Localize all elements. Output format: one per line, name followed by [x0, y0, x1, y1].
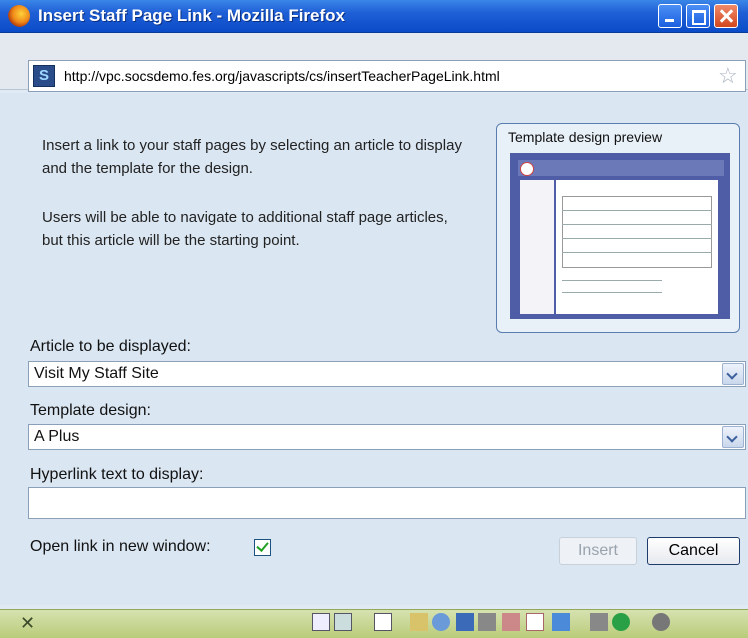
close-window-button[interactable]: [714, 4, 738, 28]
preview-row-line: [562, 292, 662, 293]
article-label: Article to be displayed:: [30, 338, 191, 355]
image-icon[interactable]: [526, 613, 544, 631]
preview-header: [518, 160, 724, 176]
print-icon[interactable]: [478, 613, 496, 631]
dropdown-icon[interactable]: [334, 613, 352, 631]
save-icon[interactable]: [456, 613, 474, 631]
chevron-down-icon[interactable]: [722, 363, 744, 385]
firefox-icon: [8, 5, 30, 27]
tools-icon[interactable]: [590, 613, 608, 631]
cancel-button[interactable]: Cancel: [647, 537, 740, 565]
template-label: Template design:: [30, 402, 151, 419]
pen-tool-icon[interactable]: [312, 613, 330, 631]
article-select-value: Visit My Staff Site: [34, 365, 159, 382]
globe-icon[interactable]: [432, 613, 450, 631]
open-new-window-checkbox[interactable]: [254, 539, 271, 556]
intro-text-1: Insert a link to your staff pages by sel…: [42, 137, 462, 177]
intro-text-2: Users will be able to navigate to additi…: [42, 209, 448, 249]
hyperlink-label: Hyperlink text to display:: [30, 466, 204, 483]
minimize-button[interactable]: [658, 4, 682, 28]
page-icon[interactable]: [374, 613, 392, 631]
template-select-value: A Plus: [34, 428, 80, 445]
preview-row-line: [562, 280, 662, 281]
insert-button[interactable]: Insert: [559, 537, 637, 565]
window-title: Insert Staff Page Link - Mozilla Firefox: [38, 6, 345, 25]
chart-icon[interactable]: [552, 613, 570, 631]
preview-logo-icon: [520, 162, 534, 176]
eraser-icon[interactable]: [502, 613, 520, 631]
close-icon[interactable]: ✕: [20, 613, 35, 634]
preview-label: Template design preview: [508, 129, 663, 145]
site-favicon-icon: [33, 65, 55, 87]
pencil-icon[interactable]: [410, 613, 428, 631]
hyperlink-text-input[interactable]: [28, 487, 746, 519]
preview-row-line: [562, 238, 712, 239]
chevron-down-icon[interactable]: [722, 426, 744, 448]
preview-row-line: [562, 210, 712, 211]
info-icon[interactable]: [612, 613, 630, 631]
preview-row-line: [562, 252, 712, 253]
preview-table: [562, 196, 712, 268]
open-new-window-label: Open link in new window:: [30, 538, 211, 555]
url-text: http://vpc.socsdemo.fes.org/javascripts/…: [64, 68, 500, 84]
template-select[interactable]: [28, 424, 746, 450]
star-icon[interactable]: ☆: [718, 63, 738, 89]
settings-icon[interactable]: [652, 613, 670, 631]
preview-sidebar: [520, 180, 554, 314]
maximize-button[interactable]: [686, 4, 710, 28]
preview-row-line: [562, 224, 712, 225]
